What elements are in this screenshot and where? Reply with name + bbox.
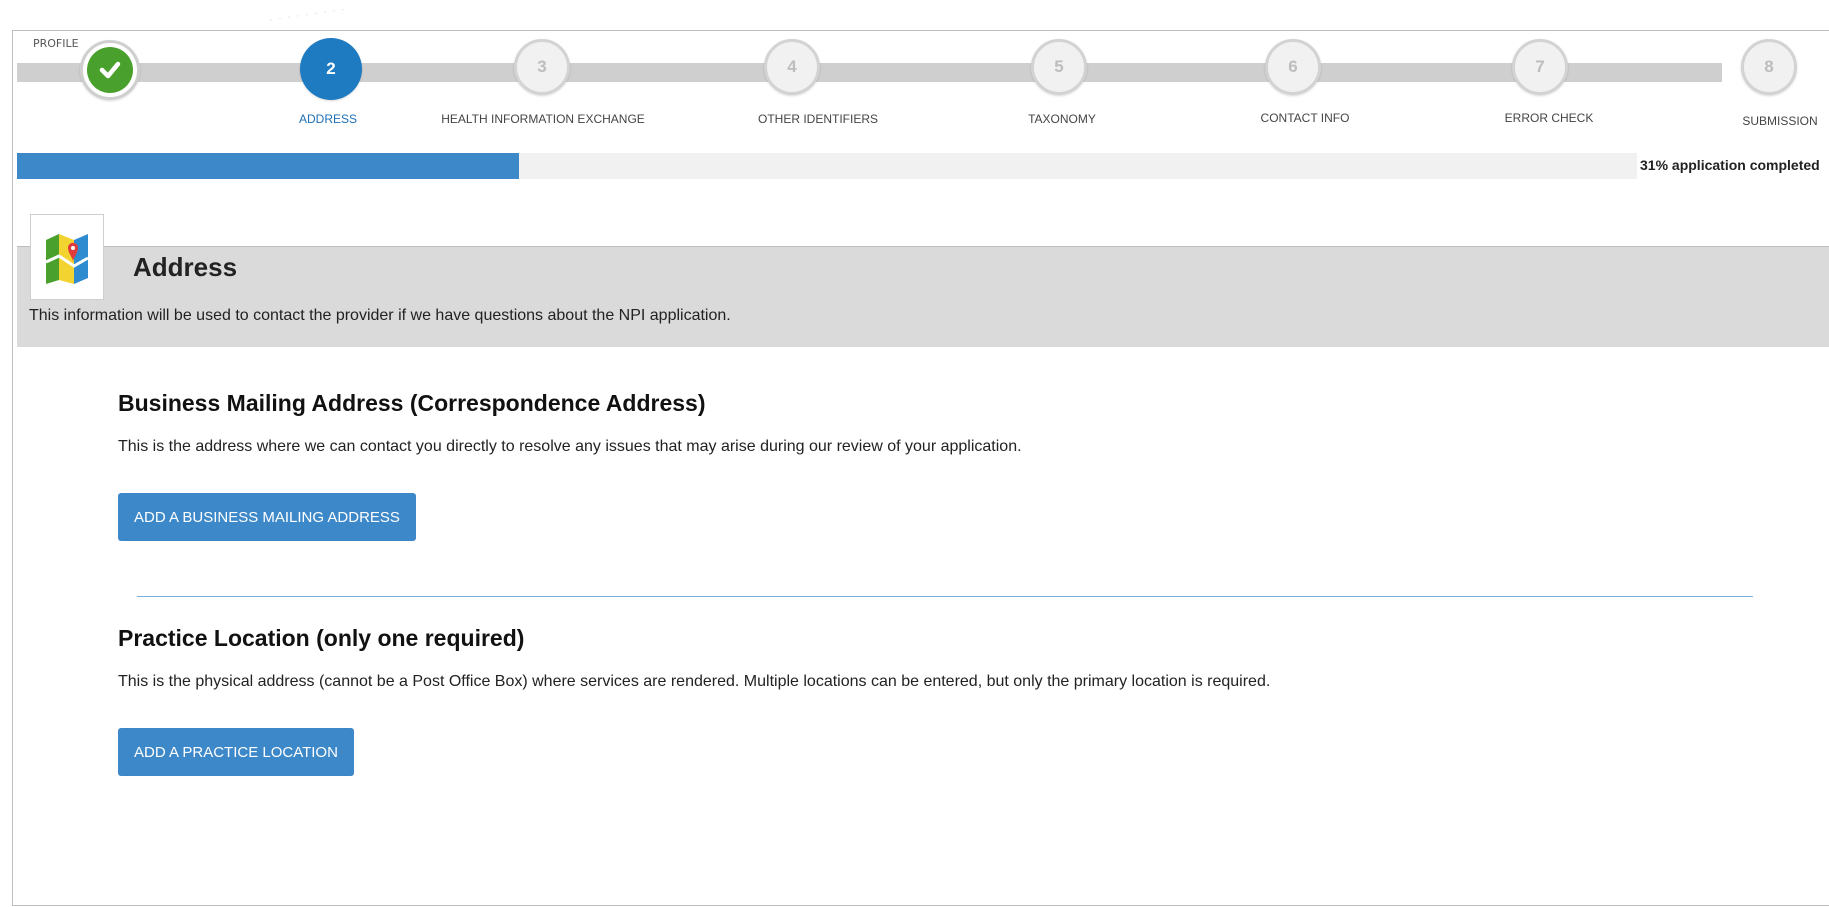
step-label-other-identifiers: OTHER IDENTIFIERS: [757, 112, 879, 126]
section-divider: [137, 596, 1753, 597]
progress-bar-fill: [17, 153, 520, 179]
step-5-taxonomy[interactable]: 5: [1031, 39, 1087, 95]
step-profile-completed[interactable]: [80, 40, 140, 100]
mailing-address-title: Business Mailing Address (Correspondence…: [118, 390, 706, 416]
add-business-mailing-address-button[interactable]: ADD A BUSINESS MAILING ADDRESS: [118, 493, 416, 541]
practice-location-description: This is the physical address (cannot be …: [118, 673, 1271, 690]
step-label-profile: PROFILE: [33, 37, 79, 50]
stepper-track: [17, 63, 1722, 82]
step-4-other-identifiers[interactable]: 4: [764, 39, 820, 95]
step-label-error-check: ERROR CHECK: [1504, 111, 1594, 125]
step-6-contact-info[interactable]: 6: [1265, 39, 1321, 95]
checkmark-icon: [87, 47, 133, 93]
section-header: [17, 246, 1829, 347]
step-2-address[interactable]: 2: [300, 38, 362, 100]
map-icon: [30, 214, 104, 300]
progress-bar: [17, 153, 1637, 179]
step-label-health-information-exchange: HEALTH INFORMATION EXCHANGE: [441, 112, 645, 126]
practice-location-title: Practice Location (only one required): [118, 625, 525, 651]
step-7-error-check[interactable]: 7: [1512, 39, 1568, 95]
mailing-address-description: This is the address where we can contact…: [118, 438, 1022, 455]
step-3-health-information-exchange[interactable]: 3: [514, 39, 570, 95]
step-label-taxonomy: TAXONOMY: [1028, 112, 1096, 126]
step-label-contact-info: CONTACT INFO: [1260, 111, 1350, 125]
add-practice-location-button[interactable]: ADD A PRACTICE LOCATION: [118, 728, 354, 776]
section-title: Address: [133, 252, 238, 282]
progress-text: 31% application completed: [1640, 157, 1820, 173]
section-description: This information will be used to contact…: [29, 307, 731, 324]
step-8-submission[interactable]: 8: [1741, 39, 1797, 95]
step-label-address: ADDRESS: [298, 112, 358, 126]
step-label-submission: SUBMISSION: [1742, 114, 1818, 128]
